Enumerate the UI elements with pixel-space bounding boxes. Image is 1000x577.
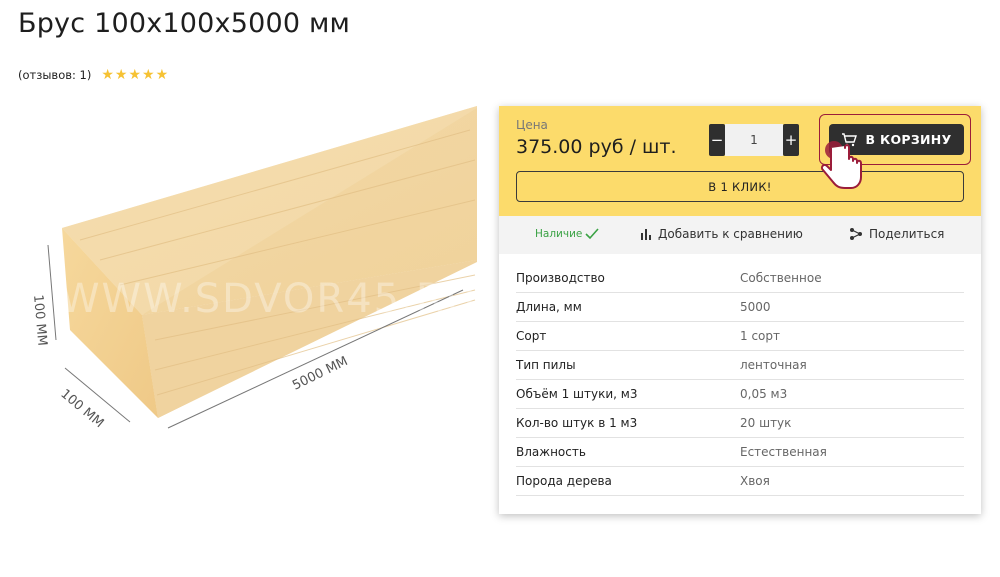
qty-plus-button[interactable]: + bbox=[783, 124, 799, 156]
spec-row: Объём 1 штуки, м3 0,05 м3 bbox=[516, 380, 964, 409]
availability-status: Наличие bbox=[535, 228, 599, 240]
quantity-stepper: − + bbox=[709, 124, 799, 156]
rating-stars: ★ ★ ★ ★ ★ bbox=[101, 68, 168, 82]
product-image: 100 MM 100 MM 5000 MM WWW.SDVOR45.RU bbox=[20, 100, 490, 445]
add-to-cart-label: В КОРЗИНУ bbox=[865, 132, 952, 147]
reviews-count[interactable]: (отзывов: 1) bbox=[18, 68, 91, 82]
spec-row: Порода дерева Хвоя bbox=[516, 467, 964, 496]
star-icon: ★ bbox=[101, 67, 114, 83]
spec-value: 20 штук bbox=[740, 416, 792, 430]
spec-name: Объём 1 штуки, м3 bbox=[516, 387, 638, 401]
star-icon: ★ bbox=[155, 67, 169, 83]
hand-cursor-icon bbox=[820, 141, 862, 189]
compare-chart-icon bbox=[641, 229, 651, 240]
info-bar: Наличие Добавить к сравнению Поделиться bbox=[499, 216, 981, 254]
compare-link[interactable]: Добавить к сравнению bbox=[639, 227, 803, 241]
spec-name: Влажность bbox=[516, 445, 586, 459]
price-value: 375.00 руб / шт. bbox=[516, 136, 677, 158]
availability-label: Наличие bbox=[535, 228, 583, 240]
share-link[interactable]: Поделиться bbox=[849, 227, 944, 241]
buy-card: Цена 375.00 руб / шт. − + В КОРЗИНУ В 1 … bbox=[499, 106, 981, 514]
price-label: Цена bbox=[516, 118, 548, 132]
spec-value: 0,05 м3 bbox=[740, 387, 788, 401]
spec-row: Влажность Естественная bbox=[516, 438, 964, 467]
compare-label: Добавить к сравнению bbox=[658, 227, 803, 241]
spec-row: Кол-во штук в 1 м3 20 штук bbox=[516, 409, 964, 438]
spec-value: Хвоя bbox=[740, 474, 770, 488]
share-label: Поделиться bbox=[869, 227, 945, 241]
star-icon: ★ bbox=[114, 67, 128, 83]
dimension-length-label: 5000 MM bbox=[290, 354, 350, 394]
spec-value: ленточная bbox=[740, 358, 807, 372]
spec-row: Длина, мм 5000 bbox=[516, 293, 964, 322]
qty-input[interactable] bbox=[725, 124, 783, 156]
star-icon: ★ bbox=[142, 67, 155, 83]
share-icon bbox=[850, 228, 862, 240]
qty-minus-button[interactable]: − bbox=[709, 124, 725, 156]
spec-value: 5000 bbox=[740, 300, 771, 314]
spec-row: Сорт 1 сорт bbox=[516, 322, 964, 351]
spec-name: Кол-во штук в 1 м3 bbox=[516, 416, 638, 430]
spec-row: Тип пилы ленточная bbox=[516, 351, 964, 380]
spec-name: Длина, мм bbox=[516, 300, 582, 314]
star-icon: ★ bbox=[128, 67, 142, 83]
spec-value: 1 сорт bbox=[740, 329, 780, 343]
specs-table: Производство Собственное Длина, мм 5000 … bbox=[516, 264, 964, 496]
spec-name: Тип пилы bbox=[516, 358, 576, 372]
spec-value: Естественная bbox=[740, 445, 827, 459]
product-title: Брус 100х100х5000 мм bbox=[18, 8, 351, 39]
dimension-height-label: 100 MM bbox=[30, 294, 49, 347]
spec-name: Порода дерева bbox=[516, 474, 612, 488]
reviews-summary: (отзывов: 1) ★ ★ ★ ★ ★ bbox=[18, 68, 168, 82]
spec-name: Сорт bbox=[516, 329, 547, 343]
dimension-width-label: 100 MM bbox=[57, 387, 106, 432]
buy-block: Цена 375.00 руб / шт. − + В КОРЗИНУ В 1 … bbox=[499, 106, 981, 216]
check-icon bbox=[585, 228, 599, 240]
watermark: WWW.SDVOR45.RU bbox=[60, 276, 477, 322]
spec-name: Производство bbox=[516, 271, 605, 285]
spec-row: Производство Собственное bbox=[516, 264, 964, 293]
spec-value: Собственное bbox=[740, 271, 822, 285]
one-click-button[interactable]: В 1 КЛИК! bbox=[516, 171, 964, 202]
